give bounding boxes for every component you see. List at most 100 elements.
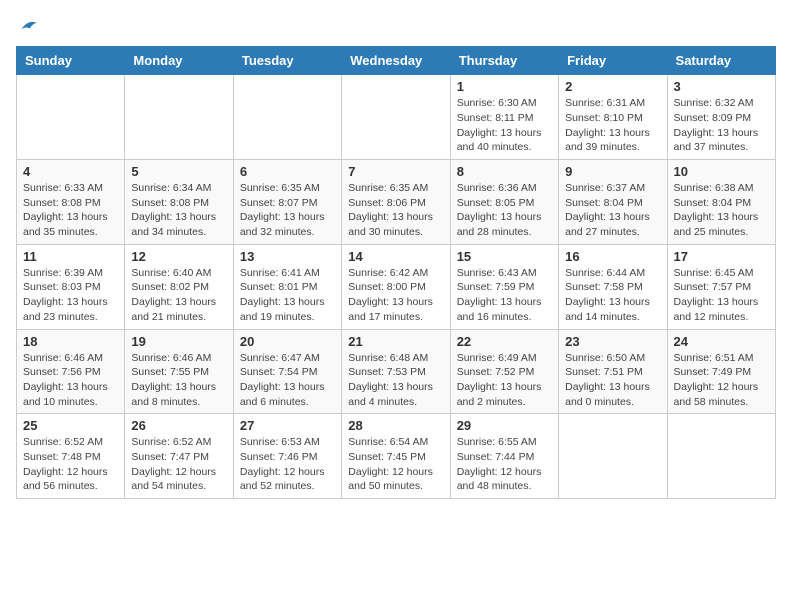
calendar-cell: 11 Sunrise: 6:39 AM Sunset: 8:03 PM Dayli… <box>17 244 125 329</box>
day-info: Sunrise: 6:53 AM Sunset: 7:46 PM Dayligh… <box>240 435 335 494</box>
calendar-cell: 23 Sunrise: 6:50 AM Sunset: 7:51 PM Dayli… <box>559 329 667 414</box>
day-info: Sunrise: 6:51 AM Sunset: 7:49 PM Dayligh… <box>674 351 769 410</box>
calendar-cell <box>233 75 341 160</box>
day-info: Sunrise: 6:48 AM Sunset: 7:53 PM Dayligh… <box>348 351 443 410</box>
calendar-cell: 24 Sunrise: 6:51 AM Sunset: 7:49 PM Dayli… <box>667 329 775 414</box>
day-number: 1 <box>457 79 552 94</box>
day-header-monday: Monday <box>125 47 233 75</box>
calendar-table: SundayMondayTuesdayWednesdayThursdayFrid… <box>16 46 776 499</box>
day-number: 17 <box>674 249 769 264</box>
calendar-cell: 13Sunrise: 6:41 AM Sunset: 8:01 PM Dayli… <box>233 244 341 329</box>
day-info: Sunrise: 6:43 AM Sunset: 7:59 PM Dayligh… <box>457 266 552 325</box>
day-number: 25 <box>23 418 118 433</box>
calendar-week-1: 1 Sunrise: 6:30 AM Sunset: 8:11 PM Daylig… <box>17 75 776 160</box>
day-info: Sunrise: 6:46 AM Sunset: 7:56 PM Dayligh… <box>23 351 118 410</box>
calendar-cell: 12 Sunrise: 6:40 AM Sunset: 8:02 PM Dayli… <box>125 244 233 329</box>
day-info: Sunrise: 6:52 AM Sunset: 7:48 PM Dayligh… <box>23 435 118 494</box>
day-info: Sunrise: 6:39 AM Sunset: 8:03 PM Dayligh… <box>23 266 118 325</box>
day-number: 8 <box>457 164 552 179</box>
calendar-cell: 29Sunrise: 6:55 AM Sunset: 7:44 PM Dayli… <box>450 414 558 499</box>
day-info: Sunrise: 6:36 AM Sunset: 8:05 PM Dayligh… <box>457 181 552 240</box>
logo-bird-icon <box>18 16 38 36</box>
day-info: Sunrise: 6:50 AM Sunset: 7:51 PM Dayligh… <box>565 351 660 410</box>
calendar-cell <box>342 75 450 160</box>
calendar-cell: 4Sunrise: 6:33 AM Sunset: 8:08 PM Daylig… <box>17 160 125 245</box>
day-number: 16 <box>565 249 660 264</box>
calendar-cell: 6 Sunrise: 6:35 AM Sunset: 8:07 PM Daylig… <box>233 160 341 245</box>
calendar-header-row: SundayMondayTuesdayWednesdayThursdayFrid… <box>17 47 776 75</box>
day-info: Sunrise: 6:38 AM Sunset: 8:04 PM Dayligh… <box>674 181 769 240</box>
day-info: Sunrise: 6:52 AM Sunset: 7:47 PM Dayligh… <box>131 435 226 494</box>
day-info: Sunrise: 6:49 AM Sunset: 7:52 PM Dayligh… <box>457 351 552 410</box>
calendar-cell: 14 Sunrise: 6:42 AM Sunset: 8:00 PM Dayli… <box>342 244 450 329</box>
calendar-cell: 26 Sunrise: 6:52 AM Sunset: 7:47 PM Dayli… <box>125 414 233 499</box>
calendar-week-5: 25 Sunrise: 6:52 AM Sunset: 7:48 PM Dayli… <box>17 414 776 499</box>
calendar-cell: 9 Sunrise: 6:37 AM Sunset: 8:04 PM Daylig… <box>559 160 667 245</box>
day-info: Sunrise: 6:35 AM Sunset: 8:07 PM Dayligh… <box>240 181 335 240</box>
day-info: Sunrise: 6:33 AM Sunset: 8:08 PM Dayligh… <box>23 181 118 240</box>
day-number: 27 <box>240 418 335 433</box>
day-info: Sunrise: 6:34 AM Sunset: 8:08 PM Dayligh… <box>131 181 226 240</box>
day-info: Sunrise: 6:30 AM Sunset: 8:11 PM Dayligh… <box>457 96 552 155</box>
calendar-cell: 7 Sunrise: 6:35 AM Sunset: 8:06 PM Daylig… <box>342 160 450 245</box>
day-number: 11 <box>23 249 118 264</box>
day-number: 20 <box>240 334 335 349</box>
day-info: Sunrise: 6:54 AM Sunset: 7:45 PM Dayligh… <box>348 435 443 494</box>
day-info: Sunrise: 6:47 AM Sunset: 7:54 PM Dayligh… <box>240 351 335 410</box>
day-number: 10 <box>674 164 769 179</box>
calendar-week-2: 4Sunrise: 6:33 AM Sunset: 8:08 PM Daylig… <box>17 160 776 245</box>
day-number: 28 <box>348 418 443 433</box>
day-number: 14 <box>348 249 443 264</box>
calendar-cell <box>559 414 667 499</box>
day-header-wednesday: Wednesday <box>342 47 450 75</box>
day-number: 18 <box>23 334 118 349</box>
day-number: 13 <box>240 249 335 264</box>
day-info: Sunrise: 6:46 AM Sunset: 7:55 PM Dayligh… <box>131 351 226 410</box>
day-number: 15 <box>457 249 552 264</box>
day-number: 7 <box>348 164 443 179</box>
day-info: Sunrise: 6:42 AM Sunset: 8:00 PM Dayligh… <box>348 266 443 325</box>
day-number: 3 <box>674 79 769 94</box>
calendar-week-3: 11 Sunrise: 6:39 AM Sunset: 8:03 PM Dayli… <box>17 244 776 329</box>
day-number: 24 <box>674 334 769 349</box>
calendar-body: 1 Sunrise: 6:30 AM Sunset: 8:11 PM Daylig… <box>17 75 776 499</box>
day-info: Sunrise: 6:40 AM Sunset: 8:02 PM Dayligh… <box>131 266 226 325</box>
calendar-cell: 8 Sunrise: 6:36 AM Sunset: 8:05 PM Daylig… <box>450 160 558 245</box>
day-number: 29 <box>457 418 552 433</box>
day-number: 2 <box>565 79 660 94</box>
calendar-cell: 1 Sunrise: 6:30 AM Sunset: 8:11 PM Daylig… <box>450 75 558 160</box>
calendar-cell: 2 Sunrise: 6:31 AM Sunset: 8:10 PM Daylig… <box>559 75 667 160</box>
day-number: 21 <box>348 334 443 349</box>
calendar-cell: 17Sunrise: 6:45 AM Sunset: 7:57 PM Dayli… <box>667 244 775 329</box>
calendar-cell <box>125 75 233 160</box>
calendar-cell: 21 Sunrise: 6:48 AM Sunset: 7:53 PM Dayli… <box>342 329 450 414</box>
calendar-cell <box>667 414 775 499</box>
day-number: 19 <box>131 334 226 349</box>
calendar-cell: 28 Sunrise: 6:54 AM Sunset: 7:45 PM Dayli… <box>342 414 450 499</box>
day-number: 12 <box>131 249 226 264</box>
day-number: 23 <box>565 334 660 349</box>
day-number: 9 <box>565 164 660 179</box>
day-header-friday: Friday <box>559 47 667 75</box>
calendar-cell: 3 Sunrise: 6:32 AM Sunset: 8:09 PM Daylig… <box>667 75 775 160</box>
day-info: Sunrise: 6:32 AM Sunset: 8:09 PM Dayligh… <box>674 96 769 155</box>
calendar-cell <box>17 75 125 160</box>
day-number: 26 <box>131 418 226 433</box>
calendar-week-4: 18 Sunrise: 6:46 AM Sunset: 7:56 PM Dayli… <box>17 329 776 414</box>
day-info: Sunrise: 6:31 AM Sunset: 8:10 PM Dayligh… <box>565 96 660 155</box>
calendar-cell: 18 Sunrise: 6:46 AM Sunset: 7:56 PM Dayli… <box>17 329 125 414</box>
calendar-cell: 10 Sunrise: 6:38 AM Sunset: 8:04 PM Dayli… <box>667 160 775 245</box>
calendar-cell: 5Sunrise: 6:34 AM Sunset: 8:08 PM Daylig… <box>125 160 233 245</box>
day-header-tuesday: Tuesday <box>233 47 341 75</box>
calendar-cell: 19 Sunrise: 6:46 AM Sunset: 7:55 PM Dayli… <box>125 329 233 414</box>
day-info: Sunrise: 6:35 AM Sunset: 8:06 PM Dayligh… <box>348 181 443 240</box>
calendar-cell: 16 Sunrise: 6:44 AM Sunset: 7:58 PM Dayli… <box>559 244 667 329</box>
calendar-cell: 15 Sunrise: 6:43 AM Sunset: 7:59 PM Dayli… <box>450 244 558 329</box>
calendar-cell: 22Sunrise: 6:49 AM Sunset: 7:52 PM Dayli… <box>450 329 558 414</box>
day-header-sunday: Sunday <box>17 47 125 75</box>
day-number: 6 <box>240 164 335 179</box>
day-info: Sunrise: 6:37 AM Sunset: 8:04 PM Dayligh… <box>565 181 660 240</box>
day-info: Sunrise: 6:44 AM Sunset: 7:58 PM Dayligh… <box>565 266 660 325</box>
calendar-cell: 20 Sunrise: 6:47 AM Sunset: 7:54 PM Dayli… <box>233 329 341 414</box>
day-header-saturday: Saturday <box>667 47 775 75</box>
